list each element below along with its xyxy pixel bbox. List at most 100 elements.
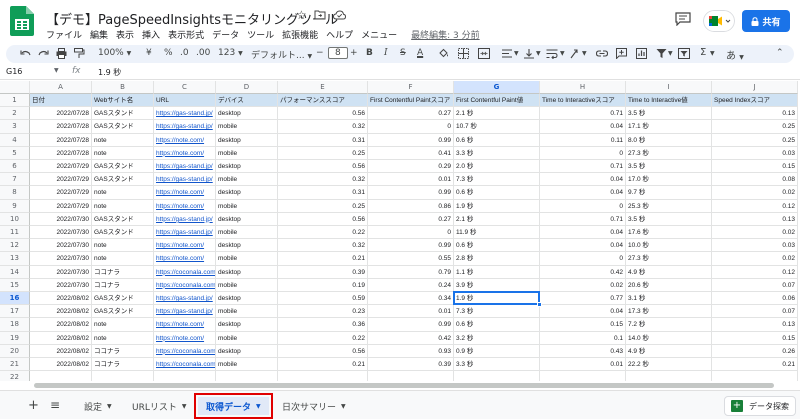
table-cell[interactable]: mobile [216, 226, 278, 240]
table-cell[interactable]: https://coconala.com/ [154, 344, 216, 358]
table-cell[interactable]: 0.77 [540, 292, 626, 306]
table-cell[interactable]: 2022/08/02 [30, 318, 92, 332]
column-header-a[interactable]: A [30, 81, 92, 94]
table-cell[interactable]: mobile [216, 252, 278, 266]
document-title[interactable]: 【デモ】PageSpeedInsightsモニタリングツール [46, 9, 338, 28]
table-cell[interactable]: 2022/07/30 [30, 265, 92, 279]
table-cell[interactable]: desktop [216, 318, 278, 332]
table-cell[interactable]: 2022/08/02 [30, 292, 92, 306]
chevron-down-icon[interactable]: ▼ [54, 67, 59, 74]
fill-handle[interactable] [537, 302, 542, 308]
table-cell[interactable]: https://gas-stand.jp/ [154, 120, 216, 134]
table-cell[interactable] [454, 371, 540, 381]
table-cell[interactable]: 0.04 [540, 186, 626, 200]
table-cell[interactable]: 7.3 秒 [454, 305, 540, 319]
menu-file[interactable]: ファイル [46, 28, 82, 41]
table-cell[interactable]: 0.71 [540, 107, 626, 121]
table-cell[interactable]: https://coconala.com/ [154, 358, 216, 372]
row-header[interactable]: 9 [0, 199, 30, 213]
table-cell[interactable]: https://note.com/ [154, 239, 216, 253]
table-cell[interactable]: 0.55 [368, 252, 454, 266]
table-cell[interactable]: 0.99 [368, 318, 454, 332]
table-cell[interactable]: 2022/08/02 [30, 331, 92, 345]
table-cell[interactable] [92, 371, 154, 381]
table-cell[interactable]: 1.1 秒 [454, 265, 540, 279]
column-header-b[interactable]: B [92, 81, 154, 94]
table-cell[interactable]: 0.15 [540, 318, 626, 332]
table-cell[interactable]: 0.42 [368, 331, 454, 345]
column-header-h[interactable]: H [540, 81, 626, 94]
table-cell[interactable]: https://gas-stand.jp/ [154, 292, 216, 306]
table-cell[interactable]: 3.1 秒 [626, 292, 712, 306]
table-cell[interactable]: 20.6 秒 [626, 278, 712, 292]
column-header-f[interactable]: F [368, 81, 454, 94]
table-cell[interactable]: 0.07 [712, 278, 798, 292]
table-cell[interactable]: 8.0 秒 [626, 133, 712, 147]
table-cell[interactable]: 0.23 [278, 305, 368, 319]
table-cell[interactable]: 2.0 秒 [454, 160, 540, 174]
table-cell[interactable]: 0.39 [278, 265, 368, 279]
table-cell[interactable]: https://coconala.com/ [154, 278, 216, 292]
table-cell[interactable]: note [92, 252, 154, 266]
header-cell[interactable]: Time to Interactiveスコア [540, 94, 626, 108]
table-cell[interactable]: 0.13 [712, 318, 798, 332]
table-cell[interactable]: 0 [368, 226, 454, 240]
chevron-down-icon[interactable]: ▼ [536, 50, 541, 57]
table-cell[interactable]: 0.02 [712, 252, 798, 266]
chevron-down-icon[interactable]: ▼ [668, 50, 673, 57]
merge-cells-icon[interactable] [478, 48, 490, 59]
table-cell[interactable]: 2022/07/30 [30, 252, 92, 266]
table-cell[interactable]: 0.15 [712, 160, 798, 174]
row-header[interactable]: 10 [0, 212, 30, 226]
table-cell[interactable]: 0.15 [712, 331, 798, 345]
table-cell[interactable]: 0.11 [540, 133, 626, 147]
table-cell[interactable]: 17.0 秒 [626, 173, 712, 187]
table-cell[interactable]: 0.99 [368, 186, 454, 200]
column-header-c[interactable]: C [154, 81, 216, 94]
paint-format-icon[interactable] [74, 48, 85, 59]
table-cell[interactable]: 2022/07/28 [30, 133, 92, 147]
table-cell[interactable]: 2022/07/30 [30, 226, 92, 240]
chevron-down-icon[interactable]: ▼ [560, 50, 565, 57]
font-size-decrease-button[interactable]: − [316, 48, 324, 58]
bold-button[interactable]: B [366, 48, 373, 58]
table-cell[interactable]: ココナラ [92, 358, 154, 372]
table-cell[interactable]: 0.25 [278, 199, 368, 213]
explore-button[interactable]: + データ探索 [724, 396, 796, 416]
last-edit-link[interactable]: 最終編集: 3 分前 [411, 28, 479, 41]
undo-icon[interactable] [20, 49, 31, 58]
menu-format[interactable]: 表示形式 [168, 28, 204, 41]
all-sheets-icon[interactable]: ≡ [42, 396, 68, 414]
menu-view[interactable]: 表示 [116, 28, 134, 41]
collapse-menu-icon[interactable]: ⌃ [776, 48, 784, 58]
table-cell[interactable]: 4.9 秒 [626, 344, 712, 358]
table-cell[interactable]: note [92, 133, 154, 147]
chevron-down-icon[interactable]: ▼ [710, 50, 715, 57]
table-cell[interactable]: 3.3 秒 [454, 358, 540, 372]
table-cell[interactable]: 0.01 [368, 173, 454, 187]
table-cell[interactable]: 0.9 秒 [454, 344, 540, 358]
row-header[interactable]: 16 [0, 292, 30, 306]
table-cell[interactable]: 0.56 [278, 344, 368, 358]
table-cell[interactable]: https://coconala.com/ [154, 265, 216, 279]
table-cell[interactable]: 0.22 [278, 226, 368, 240]
table-cell[interactable]: 0.31 [278, 186, 368, 200]
table-cell[interactable]: https://gas-stand.jp/ [154, 173, 216, 187]
table-cell[interactable]: 3.5 秒 [626, 160, 712, 174]
table-cell[interactable]: 27.3 秒 [626, 146, 712, 160]
table-cell[interactable]: 7.3 秒 [454, 173, 540, 187]
font-size-increase-button[interactable]: + [350, 48, 358, 58]
table-cell[interactable]: desktop [216, 239, 278, 253]
table-cell[interactable]: mobile [216, 358, 278, 372]
table-cell[interactable]: 3.9 秒 [454, 278, 540, 292]
menu-data[interactable]: データ [212, 28, 239, 41]
table-cell[interactable]: 2022/07/30 [30, 278, 92, 292]
table-cell[interactable]: 0.71 [540, 160, 626, 174]
table-cell[interactable]: https://gas-stand.jp/ [154, 212, 216, 226]
menu-help[interactable]: ヘルプ [326, 28, 353, 41]
fill-color-icon[interactable] [438, 48, 449, 59]
header-cell[interactable]: First Contentful Paintスコア [368, 94, 454, 108]
table-cell[interactable]: 2022/07/28 [30, 146, 92, 160]
table-cell[interactable]: ココナラ [92, 265, 154, 279]
chevron-down-icon[interactable]: ▼ [514, 50, 519, 57]
